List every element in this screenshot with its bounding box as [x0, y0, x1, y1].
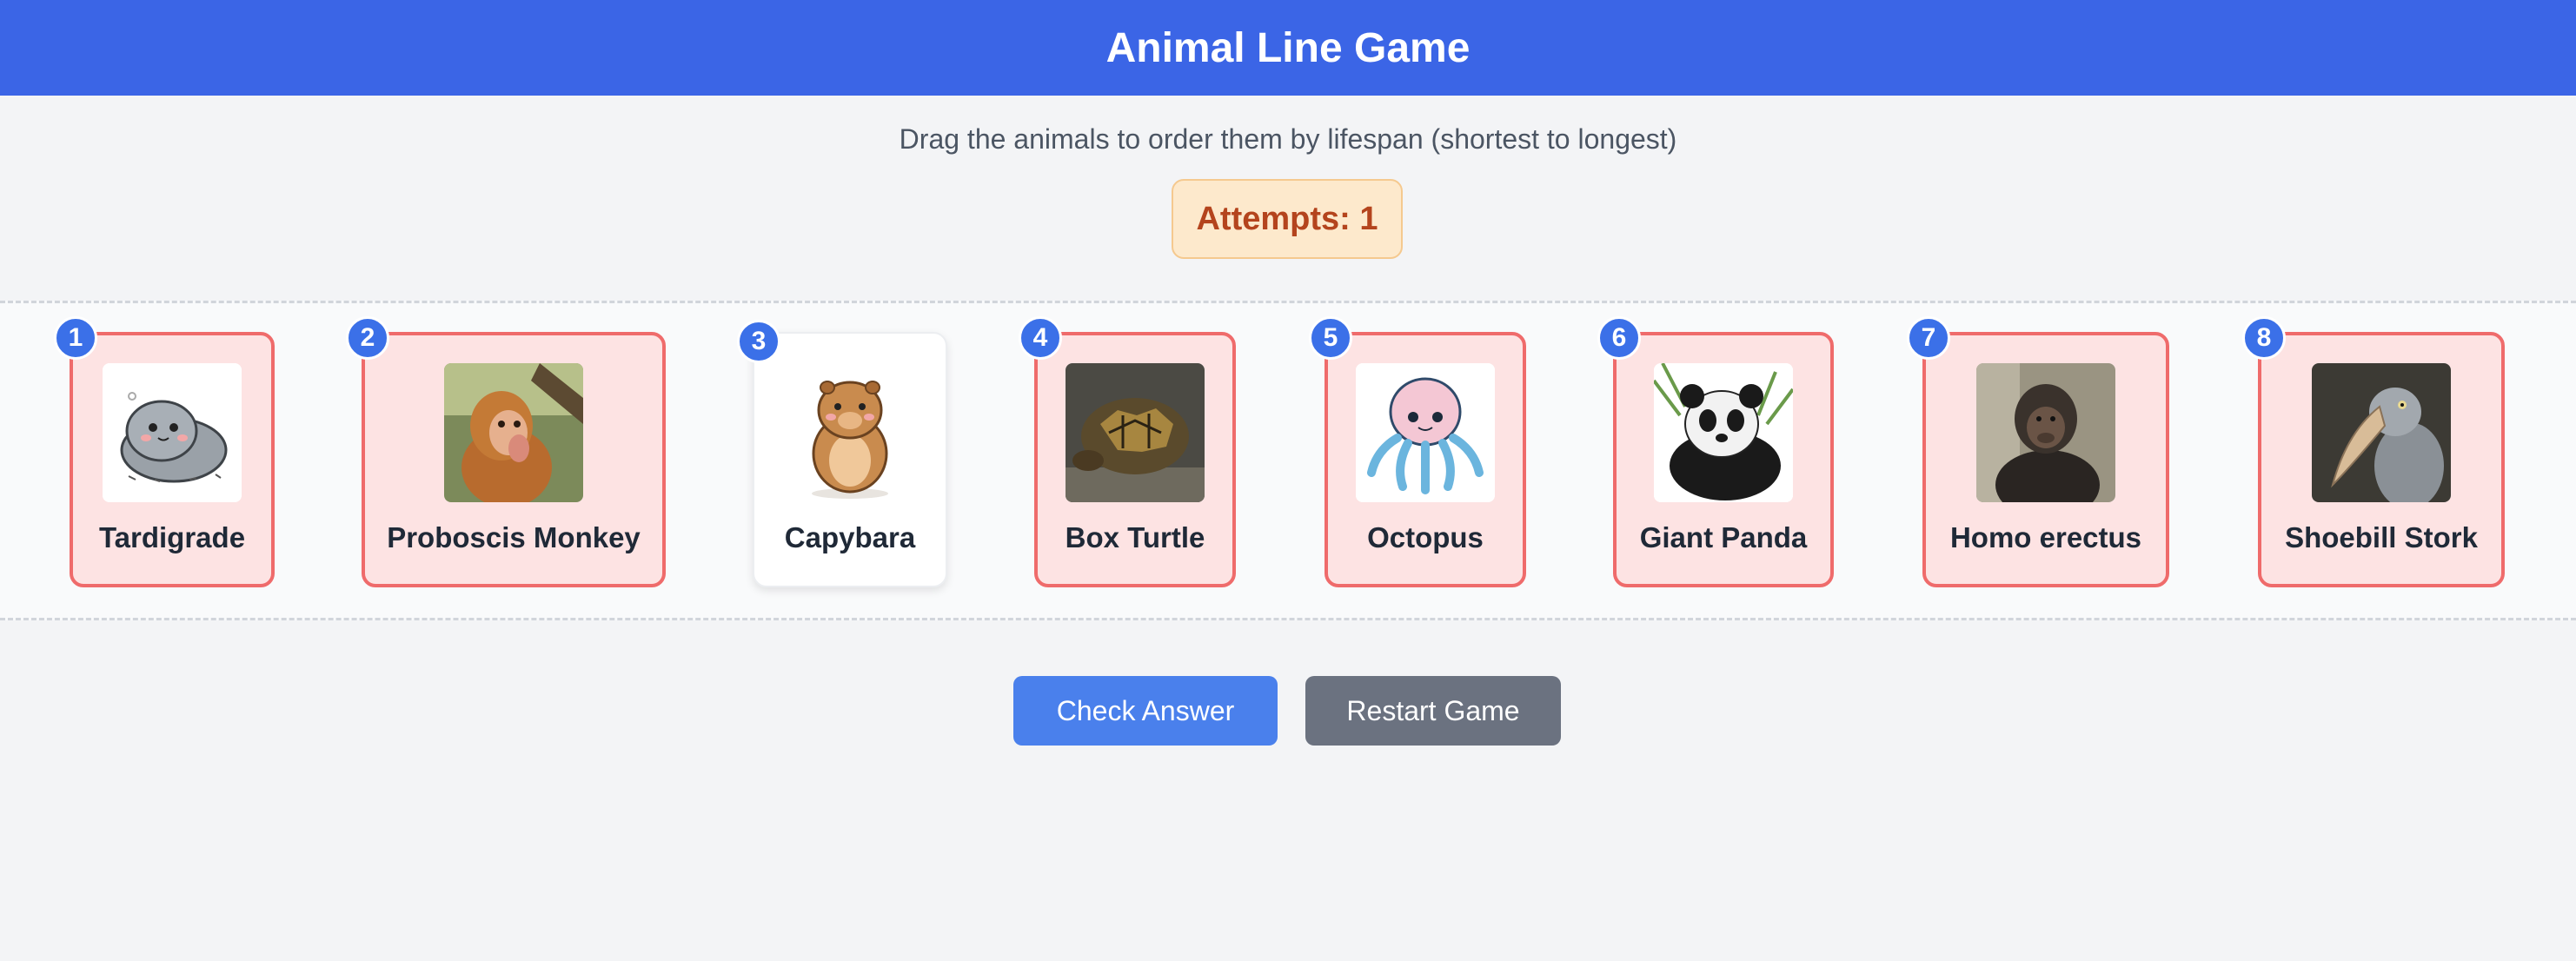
animal-card-tardigrade[interactable]: Tardigrade: [70, 332, 275, 587]
position-badge: 7: [1907, 316, 1950, 360]
animal-card-homo-erectus[interactable]: Homo erectus: [1922, 332, 2169, 587]
animal-card-label: Capybara: [784, 521, 916, 553]
animal-card-octopus[interactable]: Octopus: [1325, 332, 1526, 587]
restart-game-button[interactable]: Restart Game: [1305, 676, 1561, 746]
animal-card-label: Homo erectus: [1949, 521, 2142, 553]
position-badge: 8: [2242, 316, 2286, 360]
tardigrade-image: [103, 363, 242, 502]
position-badge: 1: [54, 316, 97, 360]
instructions-text: Drag the animals to order them by lifesp…: [899, 123, 1677, 155]
animal-card-giant-panda[interactable]: Giant Panda: [1613, 332, 1834, 587]
animal-card-proboscis-monkey[interactable]: Proboscis Monkey: [362, 332, 666, 587]
animal-card-label: Shoebill Stork: [2285, 521, 2478, 553]
box-turtle-image: [1066, 363, 1205, 502]
homo-erectus-image: [1976, 363, 2115, 502]
game-title: Animal Line Game: [1105, 24, 1471, 71]
animal-card-label: Tardigrade: [98, 521, 246, 553]
giant-panda-image: [1654, 363, 1793, 502]
position-badge: 5: [1309, 316, 1352, 360]
position-badge: 3: [737, 320, 780, 363]
game-header: Animal Line Game: [0, 0, 2576, 96]
shoebill-stork-image: [2312, 363, 2451, 502]
position-badge: 4: [1019, 316, 1062, 360]
animal-card-label: Proboscis Monkey: [387, 521, 641, 553]
attempts-counter: Attempts: 1: [1172, 179, 1403, 259]
animal-card-label: Octopus: [1367, 521, 1484, 553]
animal-card-box-turtle[interactable]: Box Turtle: [1034, 332, 1236, 587]
position-badge: 2: [346, 316, 389, 360]
animal-card-label: Box Turtle: [1065, 521, 1205, 553]
position-badge: 6: [1597, 316, 1641, 360]
animal-card-shoebill-stork[interactable]: Shoebill Stork: [2258, 332, 2505, 587]
check-answer-button[interactable]: Check Answer: [1013, 676, 1278, 746]
octopus-image: [1356, 363, 1495, 502]
animal-card-capybara[interactable]: Capybara: [753, 332, 947, 587]
proboscis-monkey-image: [444, 363, 583, 502]
animal-card-label: Giant Panda: [1639, 521, 1808, 553]
capybara-image: [780, 363, 920, 502]
